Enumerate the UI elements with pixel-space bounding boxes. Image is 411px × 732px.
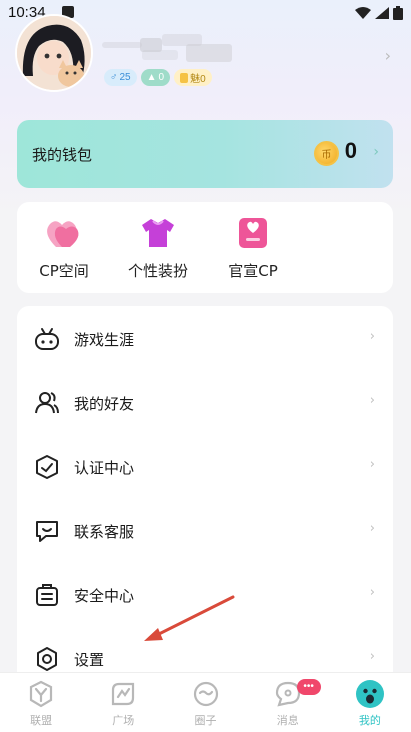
chevron-right-icon: › (369, 457, 375, 472)
shield-icon (36, 455, 58, 479)
chevron-right-icon: › (369, 393, 375, 408)
charm-badge: 魅0 (174, 69, 212, 86)
chat-icon (36, 521, 58, 542)
heart-icon (45, 216, 83, 250)
message-badge: ••• (296, 679, 321, 695)
triangle-icon: ▲ (146, 72, 157, 83)
gamepad-icon (35, 328, 59, 350)
cp-space-button[interactable]: CP空间 (19, 216, 109, 281)
tab-circle[interactable]: 圈子 (164, 673, 246, 732)
shirt-icon (139, 216, 177, 250)
coin-icon: 币 (314, 141, 339, 166)
wallet-card[interactable]: 我的钱包 币 0 › (17, 120, 393, 188)
square-icon (108, 679, 138, 709)
official-cp-button[interactable]: 官宣CP (208, 216, 298, 281)
quick-actions: CP空间 个性装扮 官宣CP (17, 202, 393, 293)
chevron-right-icon: › (369, 649, 375, 664)
menu-item-friends[interactable]: 我的好友 › (17, 370, 393, 434)
menu-item-verification[interactable]: 认证中心 › (17, 434, 393, 498)
alliance-icon (26, 679, 56, 709)
bottom-tab-bar: 联盟 广场 圈子 ••• 消息 我的 (0, 672, 411, 732)
circle-icon (191, 679, 221, 709)
profile-header[interactable]: ♂ 25 ▲ 0 魅0 › (0, 10, 411, 110)
briefcase-icon (36, 584, 58, 606)
profile-badges: ♂ 25 ▲ 0 魅0 (104, 69, 212, 86)
chevron-right-icon: › (369, 521, 375, 536)
chevron-right-icon: › (373, 144, 379, 160)
male-icon: ♂ (110, 72, 118, 83)
chevron-right-icon: › (384, 46, 391, 65)
chevron-right-icon: › (369, 585, 375, 600)
tab-me[interactable]: 我的 (329, 673, 411, 732)
friends-icon (35, 392, 59, 414)
level-badge: ▲ 0 (140, 69, 171, 86)
menu-item-customer-service[interactable]: 联系客服 › (17, 498, 393, 562)
me-icon (355, 679, 385, 709)
tab-messages[interactable]: ••• 消息 (247, 673, 329, 732)
gender-age-badge: ♂ 25 (104, 69, 137, 86)
wallet-balance: 0 (344, 138, 357, 163)
tab-square[interactable]: 广场 (82, 673, 164, 732)
avatar[interactable] (15, 14, 93, 92)
gear-icon (37, 647, 57, 671)
tab-alliance[interactable]: 联盟 (0, 673, 82, 732)
menu-list: 游戏生涯 › 我的好友 › 认证中心 › 联系客服 › 安全中心 › 设置 › (17, 306, 393, 686)
heart-card-icon (234, 216, 272, 250)
username-obscured (102, 32, 232, 62)
menu-item-game-career[interactable]: 游戏生涯 › (17, 306, 393, 370)
charm-icon (180, 72, 189, 83)
chevron-right-icon: › (369, 329, 375, 344)
wallet-title: 我的钱包 (32, 146, 93, 164)
menu-item-security[interactable]: 安全中心 › (17, 562, 393, 626)
dress-up-button[interactable]: 个性装扮 (113, 216, 203, 281)
